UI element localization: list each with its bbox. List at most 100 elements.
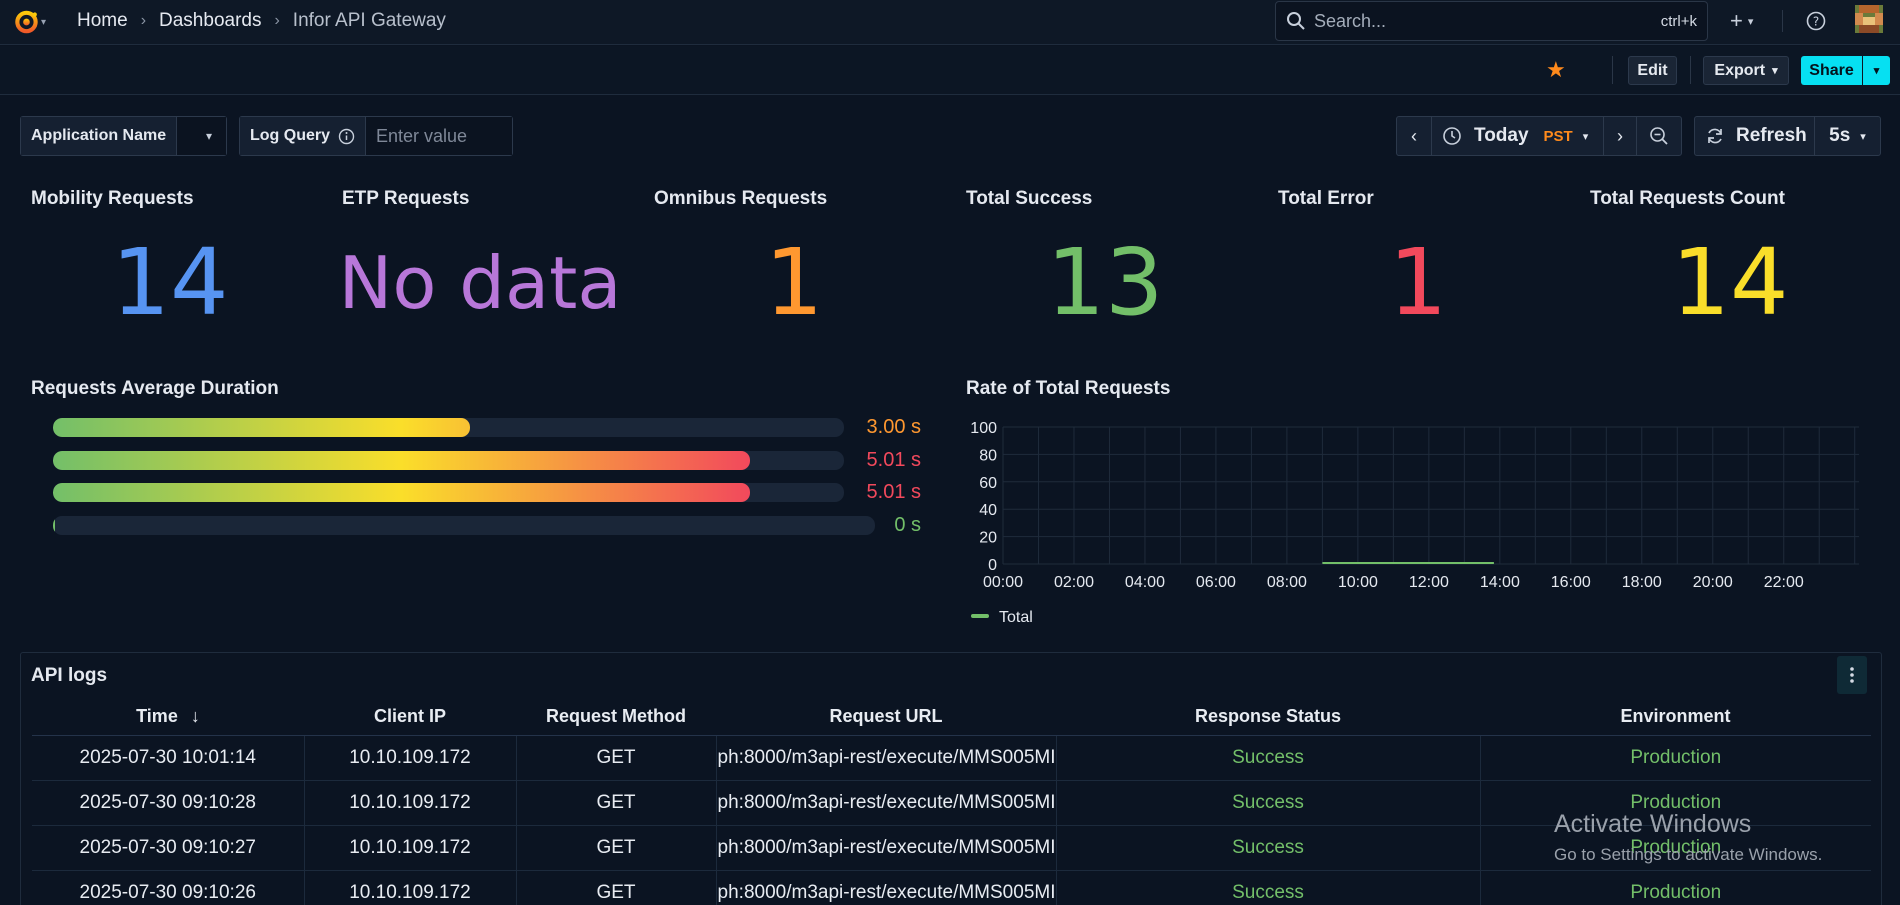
export-button[interactable]: Export ▾ — [1703, 56, 1789, 85]
duration-bar-value: 5.01 s — [866, 481, 921, 503]
y-tick-label: 100 — [970, 420, 997, 437]
stat-title: Total Requests Count — [1590, 188, 1785, 209]
log-query-label: Log Query — [250, 127, 331, 144]
chevron-down-icon: ▾ — [1772, 65, 1778, 77]
time-back-button[interactable]: ‹ — [1397, 117, 1432, 155]
time-forward-button[interactable]: › — [1604, 117, 1637, 155]
log-query-variable: Log Query Enter value — [239, 116, 513, 156]
add-button[interactable]: + ▾ — [1730, 8, 1753, 34]
refresh-button[interactable]: Refresh — [1695, 117, 1815, 155]
cell-request-url: .ph:8000/m3api-rest/execute/MMS005MI — [716, 780, 1057, 826]
refresh-picker: Refresh 5s ▾ — [1694, 116, 1881, 156]
sort-desc-icon: ↓ — [190, 705, 200, 726]
cell-request-url-text: .ph:8000/m3api-rest/execute/MMS005MI — [716, 791, 1056, 813]
stat-value: 1 — [1388, 229, 1448, 336]
dashboard-toolbar: ★ Edit Export ▾ Share ▾ — [0, 46, 1900, 95]
application-name-variable[interactable]: Application Name ▾ — [20, 116, 227, 156]
chevron-down-icon: ▾ — [1860, 130, 1866, 143]
cell-client-ip: 10.10.109.172 — [304, 780, 517, 826]
x-tick-label: 02:00 — [1054, 574, 1094, 591]
cell-request-method: GET — [516, 825, 717, 871]
refresh-interval-value: 5s — [1829, 125, 1851, 146]
chevron-right-icon: › — [274, 12, 280, 29]
rate-chart: 100 80 60 40 20 000:00 02:00 04:00 06:00 08:00 10:… — [970, 420, 1859, 626]
breadcrumb-dashboards[interactable]: Dashboards — [159, 10, 261, 32]
panel-menu-button[interactable] — [1837, 656, 1867, 694]
duration-bar-value: 0 s — [894, 514, 921, 536]
zoom-out-button[interactable] — [1637, 117, 1681, 155]
share-menu-button[interactable]: ▾ — [1863, 56, 1890, 85]
user-avatar[interactable] — [1855, 5, 1883, 33]
application-name-select[interactable]: ▾ — [177, 117, 226, 155]
breadcrumb-home[interactable]: Home — [77, 10, 128, 32]
stat-title: Mobility Requests — [31, 188, 194, 209]
api-logs-panel: API logs Time ↓ Client IP Request Method… — [20, 652, 1882, 905]
duration-bar-fill — [53, 483, 750, 502]
grafana-logo-icon[interactable]: ▾ — [14, 7, 46, 37]
duration-bar-track — [53, 483, 844, 502]
share-button[interactable]: Share — [1801, 56, 1862, 85]
stat-value: 14 — [111, 229, 229, 336]
breadcrumb-current: Infor API Gateway — [292, 10, 446, 31]
refresh-interval-select[interactable]: 5s ▾ — [1815, 117, 1880, 155]
divider — [1612, 56, 1613, 84]
y-tick-label: 0 — [988, 557, 997, 574]
stat-title: ETP Requests — [342, 188, 470, 209]
stat-title: Total Error — [1278, 188, 1374, 209]
search-input[interactable]: Search... ctrl+k — [1275, 1, 1708, 41]
info-icon[interactable] — [338, 128, 355, 145]
cell-time: 2025-07-30 09:10:26 — [32, 870, 305, 905]
divider — [1782, 10, 1783, 32]
time-range-button[interactable]: Today PST ▾ — [1432, 117, 1604, 155]
duration-bar-fill — [53, 516, 55, 535]
time-picker: ‹ Today PST ▾ › — [1396, 116, 1682, 156]
table-row[interactable]: 2025-07-30 10:01:14 10.10.109.172 GET .p… — [32, 735, 1871, 781]
column-header-response-status[interactable]: Response Status — [1056, 698, 1480, 736]
cell-request-url: .ph:8000/m3api-rest/execute/MMS005MI — [716, 870, 1057, 905]
duration-bar-value: 5.01 s — [866, 449, 921, 471]
duration-bar-track — [53, 516, 875, 535]
log-query-input[interactable]: Enter value — [366, 117, 512, 155]
cell-response-status: Success — [1056, 735, 1481, 781]
x-tick-label: 12:00 — [1409, 574, 1449, 591]
stat-value: 13 — [1046, 229, 1164, 336]
chevron-down-icon: ▾ — [40, 16, 46, 28]
api-logs-table: Time ↓ Client IP Request Method Request … — [32, 698, 1871, 905]
cell-request-method: GET — [516, 735, 717, 781]
edit-button[interactable]: Edit — [1628, 56, 1677, 85]
duration-bar-fill — [53, 418, 471, 437]
duration-bar-track — [53, 418, 844, 437]
stat-title: Total Success — [966, 188, 1093, 209]
cell-client-ip: 10.10.109.172 — [304, 825, 517, 871]
time-range-label: Today — [1474, 125, 1529, 146]
stat-value: 14 — [1671, 229, 1789, 336]
duration-bar-fill — [53, 451, 750, 470]
star-icon[interactable]: ★ — [1546, 57, 1566, 83]
cell-environment: Production — [1480, 735, 1871, 781]
column-header-environment[interactable]: Environment — [1480, 698, 1871, 736]
search-shortcut: ctrl+k — [1660, 12, 1697, 30]
search-icon — [1287, 12, 1305, 30]
column-header-time[interactable]: Time ↓ — [32, 698, 304, 736]
log-query-label-group: Log Query — [240, 117, 367, 155]
watermark-title: Activate Windows — [1554, 810, 1752, 838]
avatar-icon — [1855, 5, 1883, 33]
rate-panel-title: Rate of Total Requests — [966, 378, 1171, 399]
divider — [1690, 56, 1691, 84]
column-header-request-url[interactable]: Request URL — [716, 698, 1056, 736]
cell-request-url: .ph:8000/m3api-rest/execute/MMS005MI — [716, 735, 1057, 781]
x-tick-label: 14:00 — [1480, 574, 1520, 591]
column-header-client-ip[interactable]: Client IP — [304, 698, 516, 736]
chevron-down-icon: ▾ — [1582, 130, 1589, 143]
plus-icon: + — [1730, 8, 1743, 33]
export-label: Export — [1714, 61, 1766, 79]
table-row[interactable]: 2025-07-30 09:10:26 10.10.109.172 GET .p… — [32, 870, 1871, 905]
timezone-badge: PST — [1543, 127, 1573, 145]
stat-value: 1 — [764, 229, 824, 336]
column-header-request-method[interactable]: Request Method — [516, 698, 716, 736]
x-tick-label: 04:00 — [1125, 574, 1165, 591]
duration-bar-value: 3.00 s — [866, 416, 921, 438]
table-header-row: Time ↓ Client IP Request Method Request … — [32, 698, 1871, 736]
y-tick-label: 20 — [979, 530, 997, 547]
help-button[interactable]: ? — [1806, 8, 1826, 34]
